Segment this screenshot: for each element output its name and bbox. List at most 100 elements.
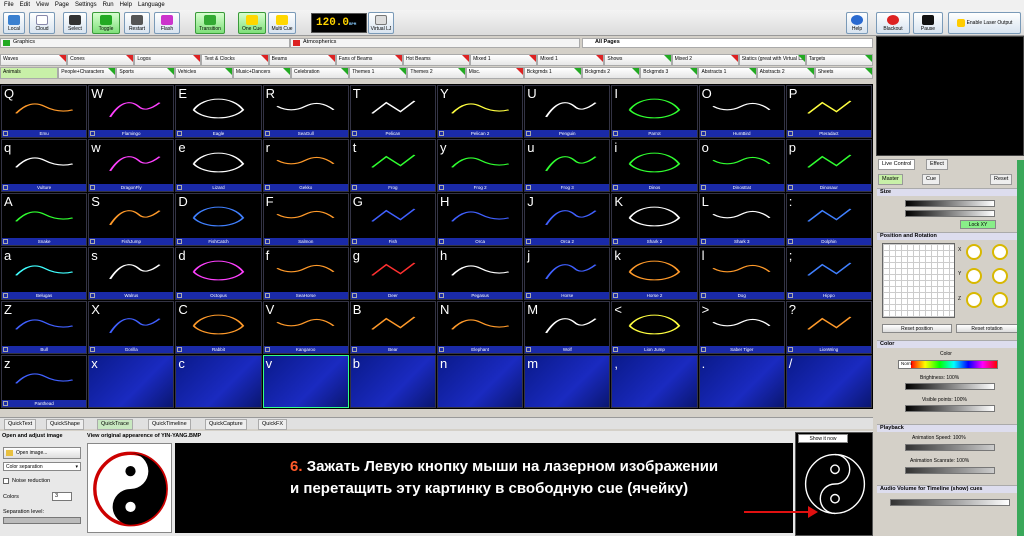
cue-settings-icon[interactable] — [351, 293, 357, 298]
cue-cell[interactable]: , — [611, 355, 698, 408]
category-tab[interactable]: Statics (great with Virtual LJ) — [738, 54, 806, 66]
cue-settings-icon[interactable] — [438, 347, 444, 352]
tab-quickfx[interactable]: QuickFX — [258, 419, 288, 430]
cue-cell[interactable]: W Flamingo — [88, 85, 175, 138]
cue-cell[interactable]: B Bear — [349, 301, 436, 354]
cue-cell[interactable]: g Deer — [349, 247, 436, 300]
cue-cell[interactable]: . — [698, 355, 785, 408]
cue-settings-icon[interactable] — [526, 131, 532, 136]
separation-level-slider[interactable] — [3, 517, 81, 524]
cue-settings-icon[interactable] — [787, 185, 793, 190]
lock-xy-button[interactable]: Lock XY — [960, 220, 996, 229]
category-tab[interactable]: Mixed 1 — [537, 54, 605, 66]
cue-settings-icon[interactable] — [351, 347, 357, 352]
cue-settings-icon[interactable] — [90, 293, 96, 298]
category-tab[interactable]: Shows — [604, 54, 672, 66]
toggle-button[interactable]: Toggle — [92, 12, 120, 34]
cue-settings-icon[interactable] — [3, 401, 8, 406]
cue-settings-icon[interactable] — [177, 185, 183, 190]
visible-points-slider[interactable] — [905, 405, 995, 412]
cue-settings-icon[interactable] — [3, 131, 8, 136]
size-section-header[interactable]: Size — [877, 188, 1017, 196]
position-pad[interactable] — [882, 243, 955, 318]
menu-item-2[interactable]: View — [36, 2, 49, 8]
playback-section-header[interactable]: Playback — [877, 424, 1017, 432]
cue-settings-icon[interactable] — [787, 131, 793, 136]
color-slider[interactable]: Norm — [898, 360, 998, 369]
category-tab[interactable]: Targets — [805, 54, 874, 66]
reset-button[interactable]: Reset — [990, 174, 1013, 185]
cue-cell[interactable]: V Kangaroo — [262, 301, 349, 354]
cue-cell[interactable]: C Rabbit — [175, 301, 262, 354]
cue-settings-icon[interactable] — [177, 347, 183, 352]
category-tab[interactable]: Mixed 2 — [671, 54, 739, 66]
rotation-x-knob[interactable] — [966, 244, 982, 260]
rotation-z2-knob[interactable] — [992, 292, 1008, 308]
cue-cell[interactable]: v — [262, 355, 349, 408]
menu-item-5[interactable]: Run — [103, 2, 114, 8]
cue-cell[interactable]: i Dinos — [611, 139, 698, 192]
rotation-z-knob[interactable] — [966, 292, 982, 308]
cue-settings-icon[interactable] — [3, 293, 8, 298]
cue-settings-icon[interactable] — [700, 185, 706, 190]
local-button[interactable]: Local — [3, 12, 25, 34]
cue-cell[interactable]: k Horse 2 — [611, 247, 698, 300]
cue-cell[interactable]: x — [88, 355, 175, 408]
cue-settings-icon[interactable] — [700, 347, 706, 352]
rotation-y-knob[interactable] — [966, 268, 982, 284]
cue-cell[interactable]: S FishJump — [88, 193, 175, 246]
category-tab[interactable]: Themes 2 — [407, 67, 466, 79]
cloud-button[interactable]: Cloud — [29, 12, 55, 34]
cue-settings-icon[interactable] — [177, 293, 183, 298]
cue-cell[interactable]: s Walrus — [88, 247, 175, 300]
one-cue-button[interactable]: One Cue — [238, 12, 266, 34]
cue-settings-icon[interactable] — [526, 347, 532, 352]
cue-settings-icon[interactable] — [613, 131, 619, 136]
cue-cell[interactable]: > Saber Tiger — [698, 301, 785, 354]
multi-cue-button[interactable]: Multi Cue — [268, 12, 296, 34]
category-tab[interactable]: Hot Beams — [402, 54, 471, 66]
colors-spinner[interactable]: 3 — [52, 492, 72, 501]
cue-settings-icon[interactable] — [351, 131, 357, 136]
cue-cell[interactable]: u Frog 3 — [524, 139, 611, 192]
menu-item-6[interactable]: Help — [120, 2, 132, 8]
cue-settings-icon[interactable] — [264, 131, 270, 136]
cue-settings-icon[interactable] — [526, 293, 532, 298]
cue-settings-icon[interactable] — [438, 131, 444, 136]
cue-settings-icon[interactable] — [3, 239, 8, 244]
cue-cell[interactable]: : Dolphin — [785, 193, 872, 246]
category-tab[interactable]: People+Characters — [58, 67, 117, 79]
cue-settings-icon[interactable] — [700, 293, 706, 298]
right-scrollbar[interactable] — [1017, 160, 1024, 536]
menu-item-7[interactable]: Language — [138, 2, 165, 8]
brightness-slider[interactable] — [905, 383, 995, 390]
cue-settings-icon[interactable] — [177, 239, 183, 244]
cue-cell[interactable]: A Snake — [1, 193, 88, 246]
size-y-slider[interactable] — [905, 210, 995, 217]
restart-button[interactable]: Restart — [124, 12, 150, 34]
tab-live-control[interactable]: Live Control — [878, 159, 916, 170]
bpm-display[interactable]: 120.0BPM — [311, 13, 367, 33]
category-tab[interactable]: Music+Dancers — [232, 67, 292, 79]
category-tab[interactable]: Vehicles — [174, 67, 233, 79]
cue-settings-icon[interactable] — [90, 185, 96, 190]
cue-cell[interactable]: f SeaHorse — [262, 247, 349, 300]
cue-cell[interactable]: H Orca — [436, 193, 524, 246]
cue-cell[interactable]: a Belugas — [1, 247, 88, 300]
cue-cell[interactable]: q Vulture — [1, 139, 88, 192]
cue-cell[interactable]: z Panthead — [1, 355, 88, 408]
cue-settings-icon[interactable] — [787, 293, 793, 298]
tab-quicktext[interactable]: QuickText — [4, 419, 37, 430]
tab-quicktimeline[interactable]: QuickTimeline — [148, 419, 191, 430]
reset-rotation-button[interactable]: Reset rotation — [956, 324, 1018, 333]
blackout-button[interactable]: Blackout — [876, 12, 910, 34]
category-tab[interactable]: Fans of Beams — [335, 54, 403, 66]
cue-cell[interactable]: d Octopus — [175, 247, 262, 300]
cue-settings-icon[interactable] — [438, 239, 444, 244]
cue-cell[interactable]: N Elephant — [436, 301, 524, 354]
rotation-y2-knob[interactable] — [992, 268, 1008, 284]
category-tab[interactable]: Abstracts 2 — [756, 67, 815, 79]
tab-cue[interactable]: Cue — [922, 174, 941, 185]
pause-button[interactable]: Pause — [913, 12, 943, 34]
cue-cell[interactable]: L Shark 3 — [698, 193, 785, 246]
